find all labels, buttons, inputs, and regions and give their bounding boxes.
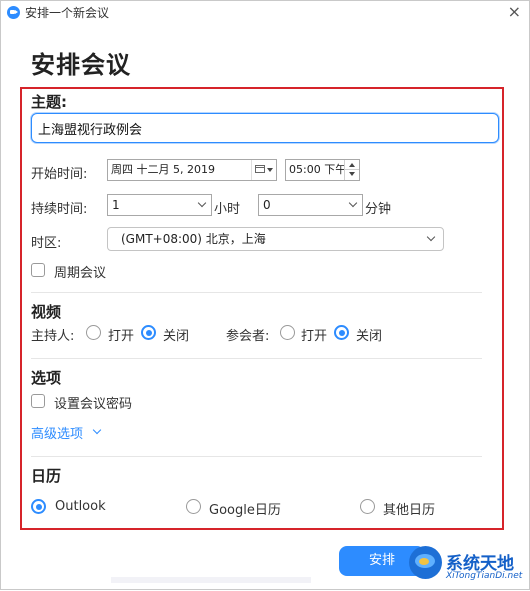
host-video-off-label: 关闭	[163, 329, 190, 344]
page-title: 安排会议	[31, 51, 131, 79]
window-title: 安排一个新会议	[25, 6, 110, 20]
time-spinner[interactable]	[344, 160, 359, 180]
host-video-off-radio[interactable]	[141, 325, 156, 340]
start-date-value: 周四 十二月 5, 2019	[111, 163, 215, 176]
highlight-frame	[20, 87, 504, 530]
topic-label: 主题:	[31, 93, 67, 111]
password-checkbox[interactable]	[31, 394, 45, 408]
divider	[31, 456, 482, 457]
duration-hours-value: 1	[112, 198, 120, 212]
timezone-label: 时区:	[31, 236, 62, 251]
calendar-icon	[255, 165, 265, 173]
calendar-other-radio[interactable]	[360, 499, 375, 514]
options-section-title: 选项	[31, 369, 62, 387]
calendar-other-label: 其他日历	[383, 503, 436, 518]
password-label: 设置会议密码	[54, 397, 133, 412]
timezone-value: (GMT+08:00) 北京，上海	[121, 232, 266, 246]
duration-hours-select[interactable]: 1	[107, 194, 212, 216]
hours-unit-label: 小时	[214, 202, 241, 217]
schedule-meeting-window: 安排一个新会议 × 安排会议 主题: 开始时间: 周四 十二月 5, 2019 …	[0, 0, 530, 590]
start-time-field[interactable]: 05:00 下午	[285, 159, 360, 181]
chevron-down-icon	[197, 198, 207, 208]
divider	[31, 292, 482, 293]
calendar-google-label: Google日历	[209, 503, 281, 518]
footer-strip	[111, 577, 311, 583]
minutes-unit-label: 分钟	[365, 202, 392, 217]
host-video-on-label: 打开	[108, 329, 135, 344]
calendar-dropdown-button[interactable]	[251, 160, 276, 180]
spin-up-icon[interactable]	[345, 160, 359, 170]
duration-minutes-select[interactable]: 0	[258, 194, 363, 216]
host-video-on-radio[interactable]	[86, 325, 101, 340]
caret-down-icon	[267, 168, 273, 172]
globe-logo-icon	[409, 546, 442, 579]
zoom-app-icon	[7, 6, 20, 19]
topic-input[interactable]	[31, 113, 499, 143]
start-time-value: 05:00 下午	[289, 163, 347, 176]
site-watermark: 系统天地 XiTongTianDi.net	[409, 546, 530, 591]
start-date-picker[interactable]: 周四 十二月 5, 2019	[107, 159, 277, 181]
host-video-label: 主持人:	[31, 329, 75, 344]
duration-minutes-value: 0	[263, 198, 271, 212]
recurring-checkbox[interactable]	[31, 263, 45, 277]
title-bar: 安排一个新会议 ×	[1, 1, 529, 23]
duration-label: 持续时间:	[31, 202, 88, 217]
calendar-outlook-label: Outlook	[55, 499, 106, 514]
participant-video-label: 参会者:	[226, 329, 270, 344]
chevron-down-icon	[348, 198, 358, 208]
participant-video-off-radio[interactable]	[334, 325, 349, 340]
video-section-title: 视频	[31, 303, 62, 321]
advanced-options-link[interactable]: 高级选项	[31, 423, 83, 442]
divider	[31, 358, 482, 359]
participant-video-on-radio[interactable]	[280, 325, 295, 340]
chevron-down-icon	[426, 232, 436, 242]
participant-video-on-label: 打开	[301, 329, 328, 344]
calendar-google-radio[interactable]	[186, 499, 201, 514]
calendar-section-title: 日历	[31, 467, 62, 485]
calendar-outlook-radio[interactable]	[31, 499, 46, 514]
participant-video-off-label: 关闭	[356, 329, 383, 344]
close-icon[interactable]: ×	[508, 3, 521, 21]
watermark-url: XiTongTianDi.net	[446, 571, 523, 581]
recurring-label: 周期会议	[54, 266, 107, 281]
start-time-label: 开始时间:	[31, 167, 88, 182]
spin-down-icon[interactable]	[345, 170, 359, 180]
timezone-select[interactable]: (GMT+08:00) 北京，上海	[107, 227, 444, 251]
